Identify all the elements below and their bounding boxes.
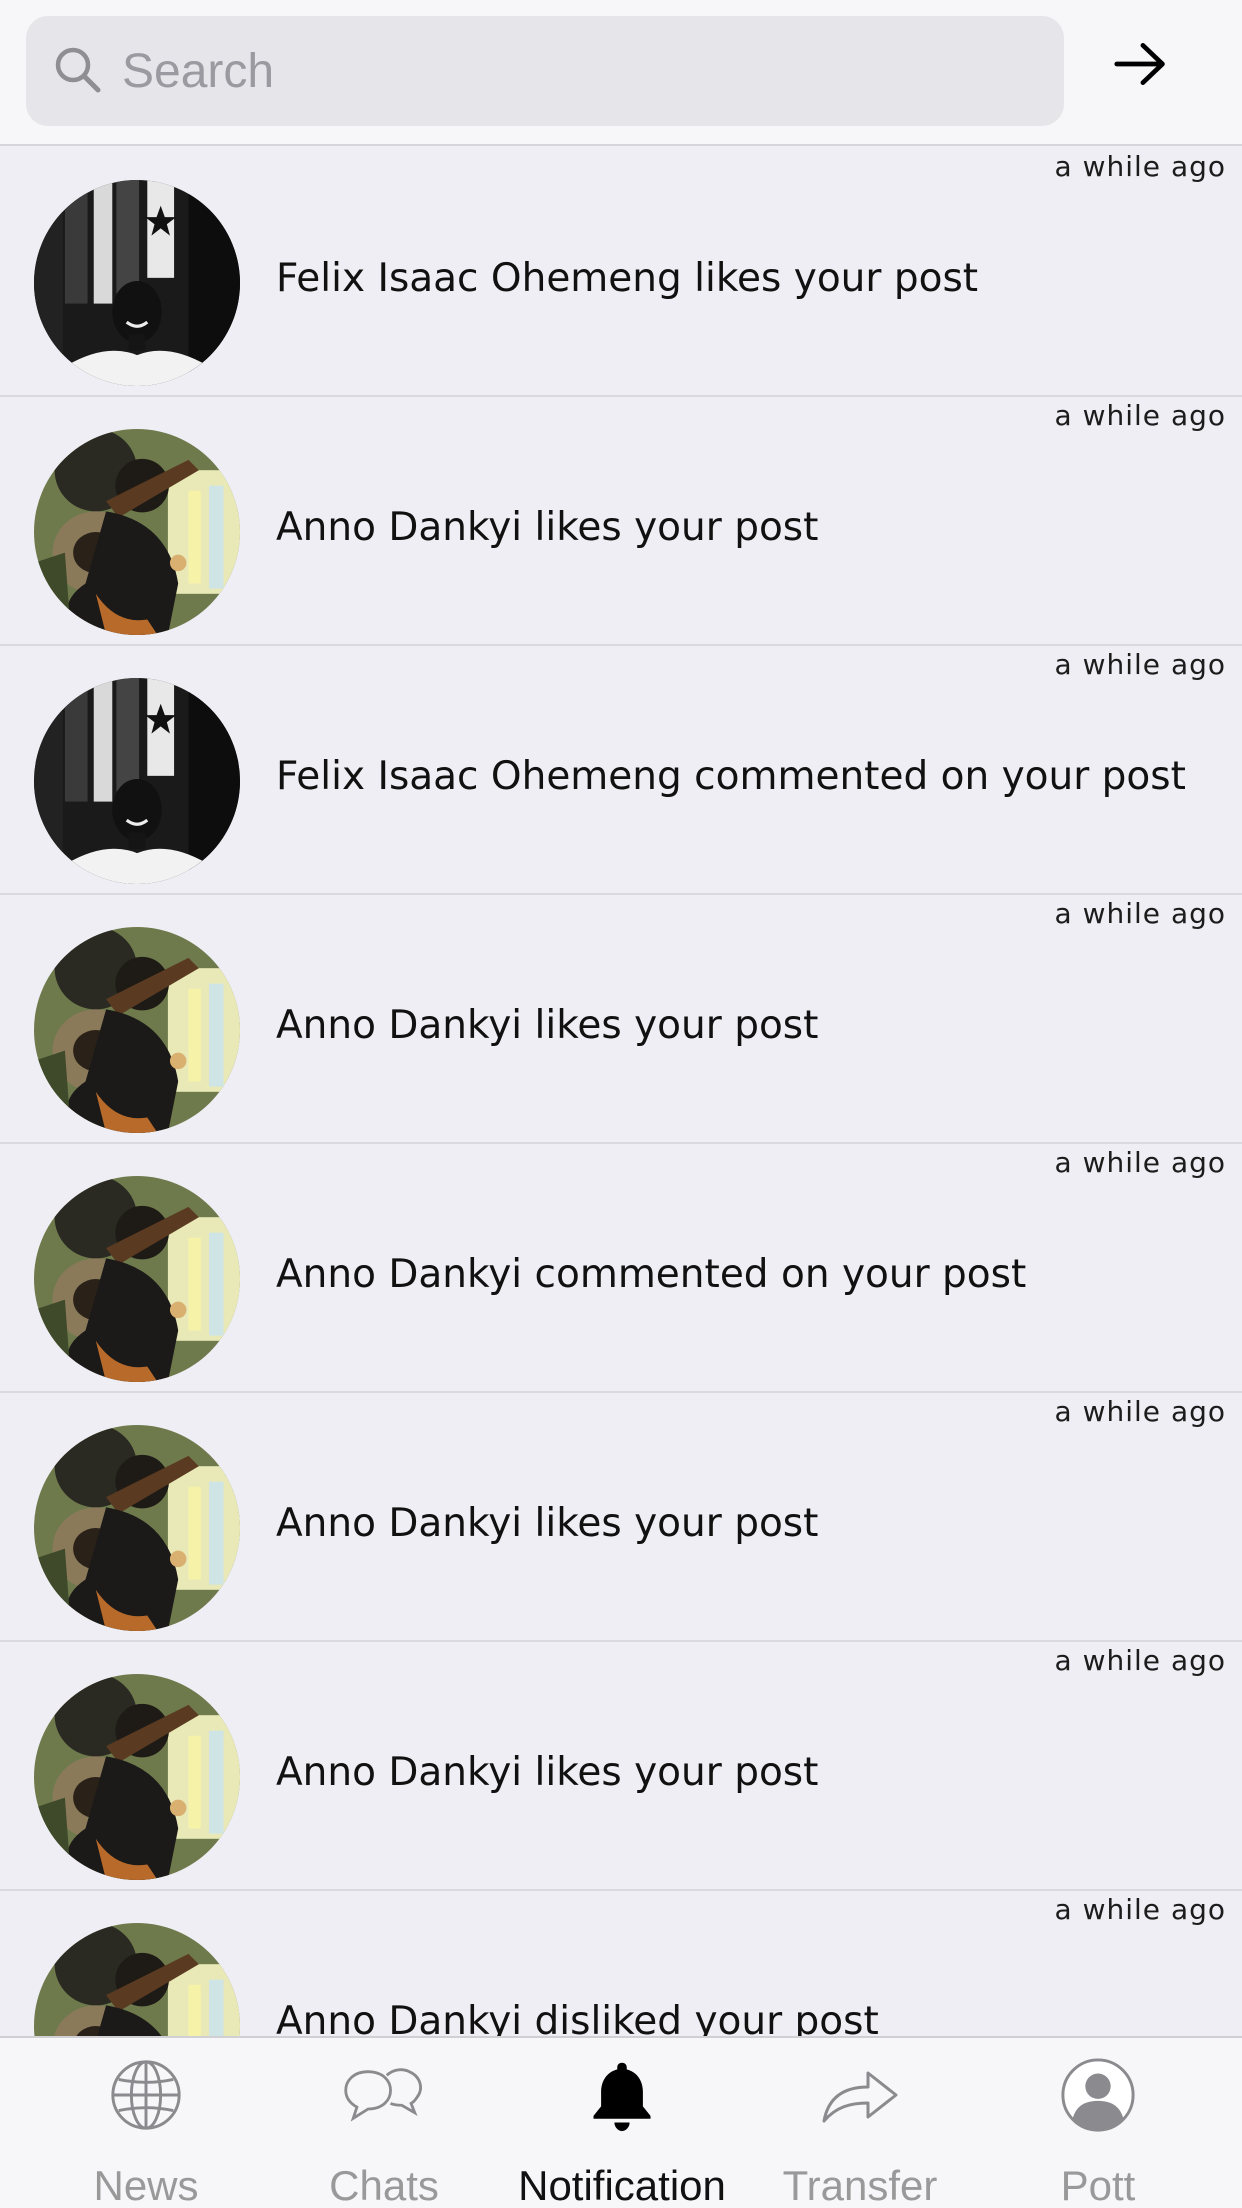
notification-item[interactable]: a while ago Felix Isaac Ohemeng likes yo…: [0, 148, 1242, 397]
notification-item[interactable]: a while ago Anno Dankyi disliked your po…: [0, 1891, 1242, 2036]
notification-item[interactable]: a while ago Anno Dankyi likes your post: [0, 895, 1242, 1144]
avatar[interactable]: [34, 1176, 240, 1382]
avatar[interactable]: [34, 429, 240, 635]
tab-notification[interactable]: Notification: [503, 2038, 741, 2208]
avatar[interactable]: [34, 180, 240, 386]
notification-time: a while ago: [1054, 150, 1226, 183]
notification-text: Felix Isaac Ohemeng likes your post: [276, 256, 979, 301]
avatar[interactable]: [34, 1674, 240, 1880]
forward-button[interactable]: [1100, 30, 1182, 102]
tab-chats-label: Chats: [329, 2162, 439, 2208]
globe-icon: [101, 2050, 191, 2140]
tab-bar: News Chats Notification Transfer Pott: [0, 2036, 1242, 2208]
notification-text: Anno Dankyi likes your post: [276, 505, 819, 550]
tab-pott-label: Pott: [1060, 2162, 1136, 2208]
top-bar: [0, 0, 1242, 146]
avatar[interactable]: [34, 1923, 240, 2036]
notification-time: a while ago: [1054, 1893, 1226, 1926]
notification-text: Anno Dankyi commented on your post: [276, 1252, 1027, 1297]
notifications-screen: a while ago Felix Isaac Ohemeng likes yo…: [0, 0, 1242, 2208]
avatar[interactable]: [34, 678, 240, 884]
search-input[interactable]: [122, 16, 1042, 126]
notification-time: a while ago: [1054, 399, 1226, 432]
arrow-right-icon: [1113, 40, 1169, 93]
notification-time: a while ago: [1054, 1395, 1226, 1428]
notification-item[interactable]: a while ago Anno Dankyi likes your post: [0, 1393, 1242, 1642]
bell-icon: [577, 2050, 667, 2140]
search-icon: [48, 40, 108, 100]
notification-text: Anno Dankyi disliked your post: [276, 1999, 879, 2036]
notification-item[interactable]: a while ago Felix Isaac Ohemeng commente…: [0, 646, 1242, 895]
profile-icon: [1053, 2050, 1143, 2140]
notification-item[interactable]: a while ago Anno Dankyi commented on you…: [0, 1144, 1242, 1393]
tab-notification-label: Notification: [518, 2162, 726, 2208]
avatar[interactable]: [34, 927, 240, 1133]
notification-text: Anno Dankyi likes your post: [276, 1501, 819, 1546]
notification-item[interactable]: a while ago Anno Dankyi likes your post: [0, 397, 1242, 646]
notification-time: a while ago: [1054, 1644, 1226, 1677]
chat-bubbles-icon: [339, 2050, 429, 2140]
tab-chats[interactable]: Chats: [265, 2038, 503, 2208]
notification-list[interactable]: a while ago Felix Isaac Ohemeng likes yo…: [0, 148, 1242, 2036]
notification-time: a while ago: [1054, 1146, 1226, 1179]
tab-pott[interactable]: Pott: [979, 2038, 1217, 2208]
avatar[interactable]: [34, 1425, 240, 1631]
tab-transfer-label: Transfer: [782, 2162, 938, 2208]
notification-text: Anno Dankyi likes your post: [276, 1750, 819, 1795]
share-arrow-icon: [815, 2050, 905, 2140]
tab-news-label: News: [93, 2162, 199, 2208]
notification-time: a while ago: [1054, 648, 1226, 681]
notification-text: Felix Isaac Ohemeng commented on your po…: [276, 754, 1186, 799]
notification-text: Anno Dankyi likes your post: [276, 1003, 819, 1048]
notification-item[interactable]: a while ago Anno Dankyi likes your post: [0, 1642, 1242, 1891]
tab-news[interactable]: News: [27, 2038, 265, 2208]
notification-time: a while ago: [1054, 897, 1226, 930]
search-bar[interactable]: [26, 16, 1064, 126]
tab-transfer[interactable]: Transfer: [741, 2038, 979, 2208]
